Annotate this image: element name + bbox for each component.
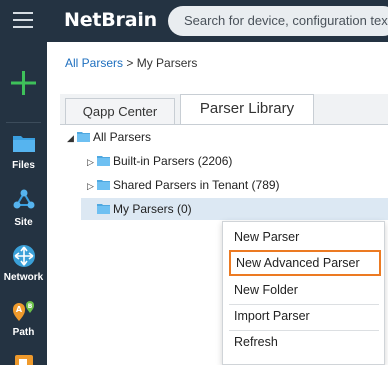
network-icon [12, 245, 35, 267]
rail-item-label: Files [12, 160, 35, 171]
folder-icon [97, 204, 110, 215]
tab-qapp-center[interactable]: Qapp Center [65, 98, 175, 124]
menu-icon[interactable] [13, 11, 33, 29]
tree-node-label: All Parsers [93, 130, 152, 144]
left-rail: Files Site Network A B Path [0, 42, 47, 365]
top-bar: NetBrain Search for device, configuratio… [0, 0, 388, 42]
tree-node-label: Built-in Parsers (2206) [113, 154, 233, 168]
tree-node-my-parsers[interactable]: My Parsers (0) [81, 198, 388, 220]
folder-icon [77, 132, 90, 143]
add-button[interactable] [0, 66, 47, 100]
rail-item-partial[interactable] [0, 353, 47, 365]
menu-item-refresh[interactable]: Refresh [223, 329, 384, 355]
search-input[interactable]: Search for device, configuration text... [168, 6, 388, 36]
rail-item-files[interactable]: Files [0, 132, 47, 171]
rail-item-label: Network [3, 272, 44, 283]
site-icon [13, 189, 34, 209]
collapse-icon[interactable]: ◢ [67, 127, 77, 149]
menu-item-new-parser[interactable]: New Parser [223, 224, 384, 250]
breadcrumb-separator: > [126, 56, 134, 70]
breadcrumb-all-parsers[interactable]: All Parsers [65, 56, 123, 70]
rail-divider [6, 122, 41, 123]
folder-icon [97, 156, 110, 167]
document-icon [14, 355, 33, 365]
path-icon: A B [12, 301, 34, 321]
expand-icon[interactable]: ▷ [87, 175, 97, 197]
svg-text:B: B [27, 303, 32, 310]
tree-node-builtin[interactable]: ▷ Built-in Parsers (2206) [87, 150, 232, 172]
folder-icon [12, 136, 35, 152]
tree-node-label: My Parsers (0) [113, 202, 192, 216]
folder-icon [97, 180, 110, 191]
rail-item-label: Path [12, 327, 35, 338]
menu-item-new-advanced-parser[interactable]: New Advanced Parser [229, 250, 381, 276]
tree-node-label: Shared Parsers in Tenant (789) [113, 178, 280, 192]
rail-item-site[interactable]: Site [0, 189, 47, 228]
plus-icon [11, 71, 36, 95]
netbrain-logo: NetBrain [64, 9, 157, 31]
menu-item-new-folder[interactable]: New Folder [223, 277, 384, 303]
expand-icon[interactable]: ▷ [87, 151, 97, 173]
rail-item-label: Site [14, 217, 33, 228]
breadcrumb: All Parsers > My Parsers [65, 56, 197, 70]
svg-text:A: A [15, 305, 22, 314]
rail-item-network[interactable]: Network [0, 244, 47, 283]
tree-node-shared[interactable]: ▷ Shared Parsers in Tenant (789) [87, 174, 280, 196]
context-menu: New Parser New Advanced Parser New Folde… [222, 221, 385, 365]
menu-item-import-parser[interactable]: Import Parser [223, 303, 384, 329]
rail-item-path[interactable]: A B Path [0, 299, 47, 338]
breadcrumb-current: My Parsers [136, 56, 198, 70]
tree-node-all-parsers[interactable]: ◢ All Parsers [67, 126, 151, 148]
tab-parser-library[interactable]: Parser Library [180, 94, 314, 124]
